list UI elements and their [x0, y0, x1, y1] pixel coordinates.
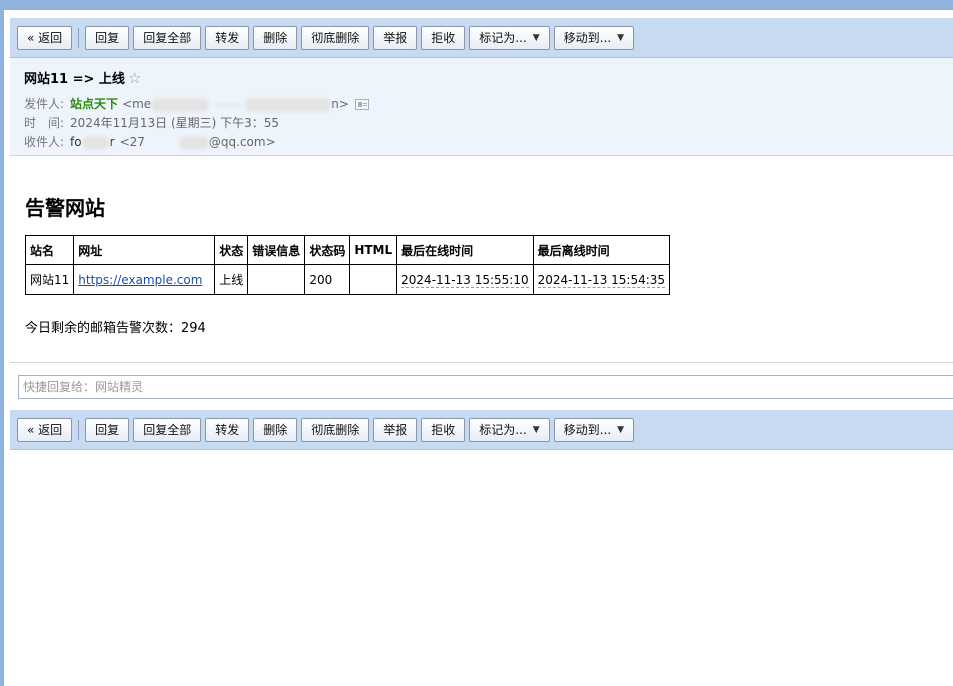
sender-label: 发件人: [24, 97, 65, 111]
recipient-name-start: fo [70, 135, 82, 149]
delete-permanently-button[interactable]: 彻底删除 [301, 25, 370, 50]
column-header: 状态 [214, 235, 249, 265]
table-header-row: 站名 网址 状态 错误信息 状态码 HTML 最后在线时间 最后离线时间 [24, 235, 671, 265]
report-button[interactable]: 举报 [373, 25, 418, 50]
mail-subject: 网站11 => 上线 ☆ [24, 68, 939, 88]
recipient-name-end: r [109, 135, 115, 149]
cell-url: https://example.com [73, 264, 216, 295]
time-label: 时 间: [24, 116, 65, 130]
contact-card-icon[interactable] [354, 99, 369, 110]
window-frame-top [0, 0, 953, 10]
cell-site-name: 网站11 [24, 264, 75, 295]
redacted-region [245, 97, 332, 112]
table-row: 网站11 https://example.com 上线 200 2024-11-… [24, 264, 671, 295]
site-url-link[interactable]: https://example.com [78, 273, 202, 287]
bottom-toolbar: « 返回 回复 回复全部 转发 删除 彻底删除 举报 拒收 标记为... ▼ 移… [10, 410, 953, 450]
top-toolbar: « 返回 回复 回复全部 转发 删除 彻底删除 举报 拒收 标记为... ▼ 移… [10, 18, 953, 58]
chevron-down-icon: ▼ [532, 32, 540, 43]
reply-all-button[interactable]: 回复全部 [133, 417, 202, 442]
column-header: 最后在线时间 [396, 235, 534, 265]
sender-name[interactable]: 站点天下 [70, 95, 118, 114]
recipient-label: 收件人: [24, 135, 65, 149]
cell-error [247, 264, 306, 295]
column-header: 站名 [24, 235, 75, 265]
redacted-region [151, 97, 210, 112]
move-to-dropdown[interactable]: 移动到... ▼ [553, 25, 635, 50]
mail-body: 告警网站 站名 网址 状态 错误信息 状态码 HTML 最后在线时间 最后离线时… [10, 156, 953, 363]
quick-reply-area [10, 363, 953, 410]
time-value: 2024年11月13日 (星期三) 下午3：55 [70, 116, 280, 130]
toolbar-separator [78, 419, 80, 440]
move-to-label: 移动到... [563, 423, 612, 437]
reply-all-button[interactable]: 回复全部 [133, 25, 202, 50]
mark-as-dropdown[interactable]: 标记为... ▼ [469, 25, 550, 50]
quick-reply-input[interactable] [18, 375, 953, 399]
sender-row: 发件人: 站点天下 <me n> [24, 95, 939, 114]
recipient-address-end: @qq.com> [208, 135, 276, 149]
cell-last-offline: 2024-11-13 15:54:35 [532, 264, 671, 295]
forward-button[interactable]: 转发 [205, 25, 250, 50]
column-header: HTML [349, 235, 398, 265]
mark-as-dropdown[interactable]: 标记为... ▼ [469, 417, 550, 442]
chevron-down-icon: ▼ [532, 424, 540, 435]
back-button[interactable]: « 返回 [17, 417, 73, 442]
mail-read-panel: « 返回 回复 回复全部 转发 删除 彻底删除 举报 拒收 标记为... ▼ 移… [10, 18, 953, 450]
last-offline-time: 2024-11-13 15:54:35 [537, 272, 666, 288]
redacted-region [215, 103, 242, 106]
column-header: 最后离线时间 [532, 235, 671, 265]
window-frame-left [0, 0, 4, 686]
column-header: 状态码 [304, 235, 351, 265]
chevron-down-icon: ▼ [617, 32, 625, 43]
subject-text: 网站11 => 上线 [24, 72, 125, 87]
report-button[interactable]: 举报 [373, 417, 418, 442]
chevron-down-icon: ▼ [617, 424, 625, 435]
toolbar-separator [78, 27, 80, 48]
forward-button[interactable]: 转发 [205, 417, 250, 442]
remaining-alert-count: 今日剩余的邮箱告警次数：294 [25, 321, 206, 336]
sender-address-end: n> [331, 97, 349, 111]
back-button[interactable]: « 返回 [17, 25, 73, 50]
reject-button[interactable]: 拒收 [421, 25, 466, 50]
body-title: 告警网站 [25, 196, 105, 220]
cell-last-online: 2024-11-13 15:55:10 [396, 264, 534, 295]
reply-button[interactable]: 回复 [85, 417, 130, 442]
cell-html [349, 264, 398, 295]
star-icon[interactable]: ☆ [128, 69, 141, 87]
cell-status-code: 200 [304, 264, 351, 295]
column-header: 错误信息 [247, 235, 306, 265]
delete-permanently-button[interactable]: 彻底删除 [301, 417, 370, 442]
recipient-row: 收件人: fo r <27 @qq.com> [24, 133, 939, 152]
time-row: 时 间: 2024年11月13日 (星期三) 下午3：55 [24, 114, 939, 133]
mail-header: 网站11 => 上线 ☆ 发件人: 站点天下 <me n> 时 间: 2024年… [10, 58, 953, 156]
delete-button[interactable]: 删除 [253, 25, 298, 50]
mark-as-label: 标记为... [479, 31, 527, 45]
redacted-region [178, 135, 209, 150]
reject-button[interactable]: 拒收 [421, 417, 466, 442]
redacted-region [81, 135, 110, 150]
move-to-dropdown[interactable]: 移动到... ▼ [553, 417, 635, 442]
recipient-address-start: <27 [119, 135, 145, 149]
column-header: 网址 [73, 235, 216, 265]
reply-button[interactable]: 回复 [85, 25, 130, 50]
mark-as-label: 标记为... [479, 423, 527, 437]
alert-table: 站名 网址 状态 错误信息 状态码 HTML 最后在线时间 最后离线时间 网站1… [24, 235, 671, 295]
cell-status: 上线 [214, 264, 249, 295]
delete-button[interactable]: 删除 [253, 417, 298, 442]
move-to-label: 移动到... [563, 31, 612, 45]
sender-address-start: <me [122, 97, 152, 111]
last-online-time: 2024-11-13 15:55:10 [401, 272, 529, 288]
